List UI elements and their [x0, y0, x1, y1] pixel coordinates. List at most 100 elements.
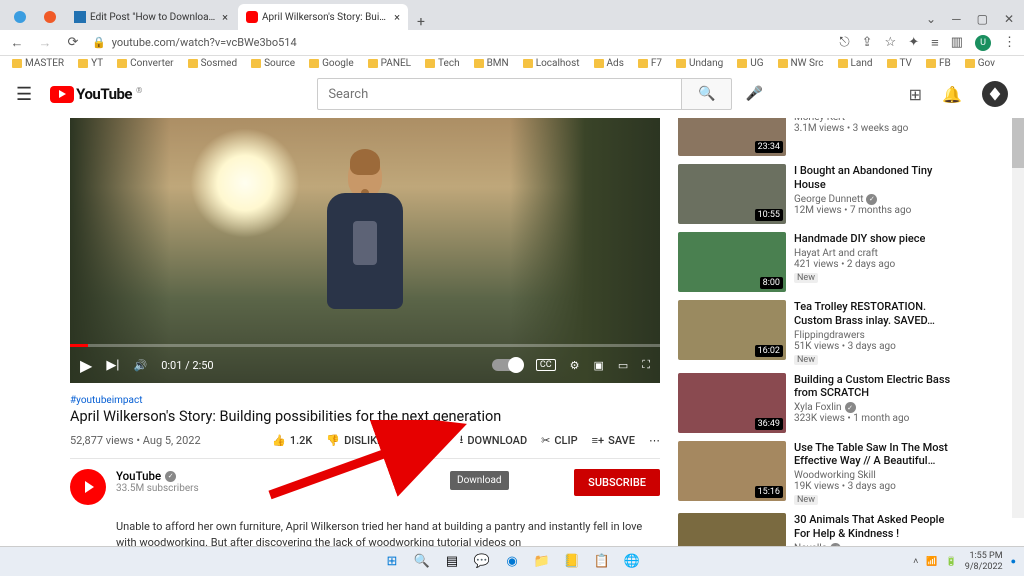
bell-icon[interactable]: 🔔 [942, 85, 962, 104]
translate-icon[interactable]: ⎋ [839, 35, 849, 50]
recommendations: 23:34$1,200 DeskMorley Kert3.1M views • … [678, 118, 954, 548]
video-title: April Wilkerson's Story: Building possib… [70, 408, 660, 425]
clip-button[interactable]: ✂CLIP [541, 434, 577, 447]
recommendation-item[interactable]: 36:49Building a Custom Electric Bass fro… [678, 373, 954, 433]
video-player[interactable]: ▶ ▶| 🔊 0:01 / 2:50 CC ⚙ ▣ ▭ ⛶ [70, 118, 660, 383]
bookmark-item[interactable]: NW Src [778, 58, 824, 69]
user-avatar[interactable] [982, 81, 1008, 107]
wifi-icon[interactable]: 📶 [926, 557, 937, 567]
dislike-button[interactable]: 👎DISLIKE [326, 434, 383, 447]
share-button[interactable]: ↪SHARE [397, 434, 445, 447]
browser-tab[interactable]: Edit Post "How to Download You× [66, 4, 236, 30]
video-description: Unable to afford her own furniture, Apri… [116, 519, 660, 548]
page-scrollbar[interactable] [1012, 118, 1024, 518]
play-icon[interactable]: ▶ [80, 356, 92, 375]
explorer-app-icon[interactable]: 📁 [530, 550, 554, 574]
bookmark-item[interactable]: Land [838, 58, 873, 69]
bookmark-item[interactable]: TV [887, 58, 912, 69]
recommendation-item[interactable]: 8:00Handmade DIY show pieceHayat Art and… [678, 232, 954, 292]
battery-icon[interactable]: 🔋 [946, 557, 957, 567]
next-icon[interactable]: ▶| [106, 358, 119, 373]
start-button[interactable]: ⊞ [380, 550, 404, 574]
search-button[interactable]: 🔍 [682, 78, 732, 110]
download-tooltip: Download [450, 471, 509, 490]
autoplay-toggle[interactable] [492, 359, 522, 371]
chevron-up-icon[interactable]: ˄ [913, 556, 918, 567]
browser-tab[interactable] [6, 4, 34, 30]
volume-icon[interactable]: 🔊 [133, 359, 147, 372]
reload-button[interactable]: ⟳ [64, 35, 82, 50]
list-icon[interactable]: ≡ [931, 35, 939, 51]
bookmark-item[interactable]: Gov [965, 58, 995, 69]
share-icon[interactable]: ⇪ [862, 35, 873, 50]
create-icon[interactable]: ⊞ [909, 85, 922, 104]
bookmark-item[interactable]: BMN [474, 58, 509, 69]
clock[interactable]: 1:55 PM9/8/2022 [965, 551, 1003, 572]
notes-app-icon[interactable]: 📒 [560, 550, 584, 574]
thumbs-up-icon: 👍 [272, 434, 286, 447]
panel-icon[interactable]: ▥ [951, 35, 963, 50]
menu-icon[interactable]: ⋮ [1003, 35, 1016, 50]
star-icon[interactable]: ☆ [885, 35, 897, 50]
main-column: ▶ ▶| 🔊 0:01 / 2:50 CC ⚙ ▣ ▭ ⛶ #youtubeim… [70, 118, 660, 548]
bookmark-item[interactable]: Google [309, 58, 354, 69]
maximize-icon[interactable]: ▢ [977, 12, 988, 26]
save-button[interactable]: ≡+SAVE [592, 434, 635, 447]
chat-app-icon[interactable]: 💬 [470, 550, 494, 574]
hashtag-link[interactable]: #youtubeimpact [70, 395, 660, 406]
bookmark-item[interactable]: Localhost [523, 58, 580, 69]
notification-icon[interactable]: ● [1011, 556, 1016, 567]
bookmark-item[interactable]: PANEL [368, 58, 411, 69]
bookmark-item[interactable]: Converter [117, 58, 173, 69]
bookmark-item[interactable]: FB [926, 58, 951, 69]
address-bar[interactable]: 🔒 youtube.com/watch?v=vcBWe3bo514 [92, 36, 829, 49]
new-tab-button[interactable]: + [410, 14, 432, 30]
search-input[interactable] [317, 78, 682, 110]
fullscreen-icon[interactable]: ⛶ [642, 358, 650, 372]
taskview-button[interactable]: ▤ [440, 550, 464, 574]
subscribe-button[interactable]: SUBSCRIBE [574, 469, 660, 496]
close-icon[interactable]: × [222, 11, 228, 24]
yt-logo[interactable]: YouTube ® [50, 85, 142, 103]
cc-icon[interactable]: CC [536, 359, 556, 371]
recommendation-item[interactable]: 23:34$1,200 DeskMorley Kert3.1M views • … [678, 118, 954, 156]
scissors-icon: ✂ [541, 434, 550, 447]
bookmark-item[interactable]: F7 [638, 58, 662, 69]
recommendation-item[interactable]: 30 Animals That Asked People For Help & … [678, 513, 954, 548]
view-count: 52,877 views • Aug 5, 2022 [70, 434, 201, 447]
bookmark-item[interactable]: UG [737, 58, 763, 69]
like-button[interactable]: 👍1.2K [272, 434, 312, 447]
bookmark-item[interactable]: Undang [676, 58, 723, 69]
bookmark-item[interactable]: YT [78, 58, 103, 69]
bookmark-item[interactable]: Sosmed [188, 58, 238, 69]
more-icon[interactable]: ⋯ [649, 434, 660, 447]
download-button[interactable]: ⭳DOWNLOAD [460, 431, 528, 450]
mic-button[interactable]: 🎤 [738, 78, 770, 110]
hamburger-icon[interactable]: ☰ [16, 84, 32, 105]
bookmark-item[interactable]: Source [251, 58, 295, 69]
settings-icon[interactable]: ⚙ [570, 359, 580, 372]
browser-tab[interactable]: April Wilkerson's Story: Building× [238, 4, 408, 30]
bookmark-item[interactable]: Tech [425, 58, 460, 69]
channel-avatar[interactable] [70, 469, 106, 505]
theater-icon[interactable]: ▭ [618, 359, 628, 372]
profile-avatar[interactable]: U [975, 35, 991, 51]
browser-tab[interactable] [36, 4, 64, 30]
back-button[interactable]: ← [8, 35, 26, 51]
chrome-app-icon[interactable]: 🌐 [620, 550, 644, 574]
bookmark-item[interactable]: MASTER [12, 58, 64, 69]
close-icon[interactable]: ✕ [1004, 12, 1014, 26]
minimize-icon[interactable]: ─ [952, 12, 961, 26]
chevron-down-icon[interactable]: ⌄ [926, 12, 936, 26]
yt-play-icon [50, 86, 74, 103]
bookmark-item[interactable]: Ads [594, 58, 624, 69]
miniplayer-icon[interactable]: ▣ [593, 359, 603, 372]
extension-icon[interactable]: ✦ [908, 35, 919, 50]
close-icon[interactable]: × [394, 11, 400, 24]
search-button[interactable]: 🔍 [410, 550, 434, 574]
sheets-app-icon[interactable]: 📋 [590, 550, 614, 574]
recommendation-item[interactable]: 16:02Tea Trolley RESTORATION. Custom Bra… [678, 300, 954, 365]
edge-app-icon[interactable]: ◉ [500, 550, 524, 574]
recommendation-item[interactable]: 15:16Use The Table Saw In The Most Effec… [678, 441, 954, 506]
recommendation-item[interactable]: 10:55I Bought an Abandoned Tiny HouseGeo… [678, 164, 954, 224]
